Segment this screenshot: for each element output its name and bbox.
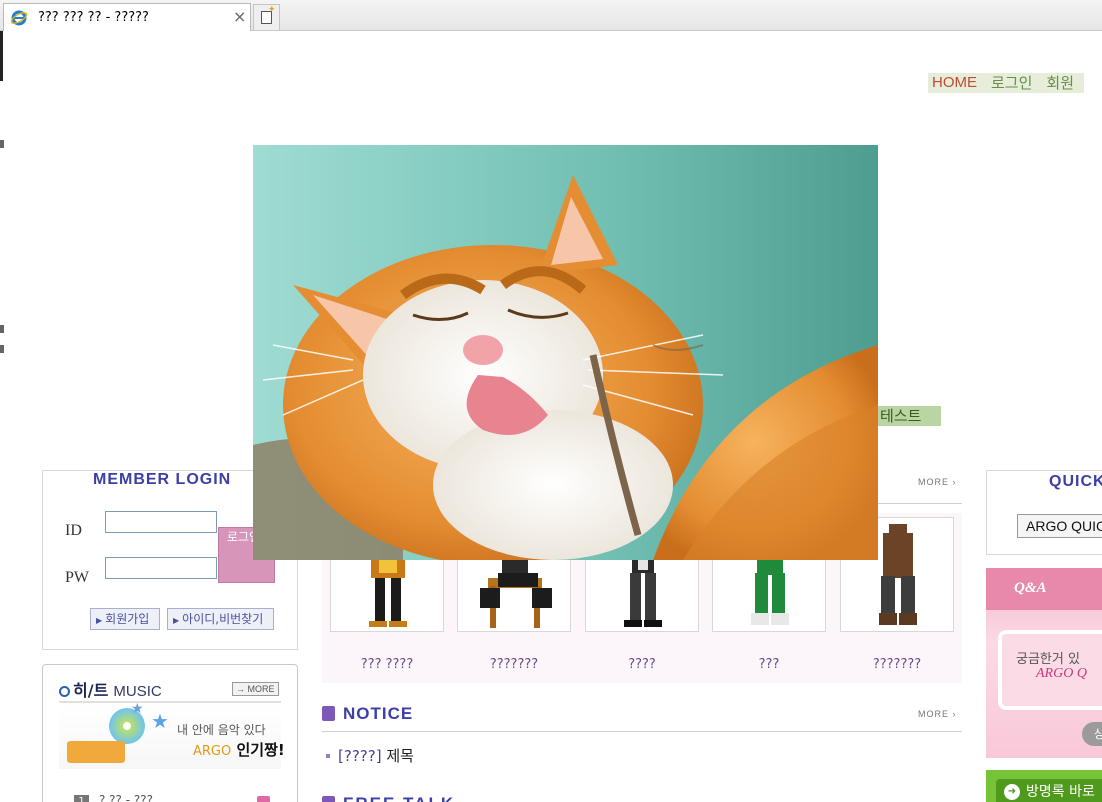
id-label: ID [65, 522, 82, 539]
close-icon[interactable]: × [233, 7, 246, 26]
internet-explorer-icon [10, 10, 28, 26]
nav-login-link[interactable]: 로그인 [987, 73, 1043, 93]
freetalk-title-text: FREE TALK [343, 794, 455, 802]
gallery-more-link[interactable]: MORE › [918, 477, 957, 487]
join-button[interactable]: ▶ 회원가입 [90, 608, 160, 630]
qa-subtext: ARGO Q [1036, 666, 1087, 681]
chevron-right-icon: › [952, 477, 957, 487]
music-list-item[interactable]: 1 ? ?? - ??? [74, 793, 153, 802]
avatar-name: ???? [628, 657, 656, 672]
qa-button[interactable]: 상 [1082, 722, 1102, 746]
edge-artifact [0, 345, 4, 353]
edge-artifact [0, 325, 4, 333]
avatar-name: ??????? [489, 657, 539, 672]
qa-header: Q&A [986, 568, 1102, 610]
music-more-button[interactable]: → MORE [232, 682, 279, 696]
notice-title: NOTICE [322, 704, 413, 724]
notice-item-title: 제목 [386, 747, 414, 765]
password-input[interactable] [105, 557, 217, 579]
window-edge [0, 31, 3, 81]
new-tab-button[interactable]: ✦ [253, 4, 280, 30]
gallery-more-label: MORE [918, 477, 949, 487]
music-more-label: MORE [247, 684, 275, 694]
browser-tab-strip: ??? ??? ?? - ????? × ✦ [0, 0, 1102, 31]
avatar-name: ??? ???? [360, 657, 414, 672]
edge-artifact [0, 140, 4, 148]
pw-label: PW [65, 569, 89, 586]
guestbook-button-label: 방명록 바로 [1026, 784, 1095, 800]
id-input[interactable] [105, 511, 217, 533]
music-title-strong: 히/트 [73, 681, 109, 700]
bullet-icon [326, 754, 330, 758]
notice-icon [322, 706, 335, 721]
play-icon[interactable] [257, 796, 270, 802]
notice-title-text: NOTICE [343, 704, 414, 723]
player-icon [67, 741, 125, 763]
popup-cat-image[interactable] [253, 145, 878, 560]
notice-more-link[interactable]: MORE › [918, 709, 957, 719]
browser-tab[interactable]: ??? ??? ?? - ????? × [3, 3, 251, 31]
music-title: 히/트 MUSIC [59, 677, 162, 701]
tab-title: ??? ??? ?? - ????? [38, 10, 149, 25]
arrow-right-icon: ➜ [1004, 784, 1020, 800]
find-account-label: 아이디,비번찾기 [182, 612, 264, 626]
banner-slogan: 내 안에 음악 있다 [177, 723, 266, 737]
divider [322, 731, 962, 732]
freetalk-icon [322, 796, 335, 802]
sparkle-icon: ✦ [268, 5, 276, 15]
guestbook-button[interactable]: ➜ 방명록 바로 [996, 779, 1102, 802]
banner-headline: ARGO 인기짱! [193, 739, 285, 760]
banner-popular: 인기짱! [236, 741, 285, 759]
guestbook-panel: ➜ 방명록 바로 [986, 770, 1102, 802]
quick-title: QUICK [1049, 473, 1102, 490]
arrow-right-icon: → [236, 684, 248, 694]
banner-argo: ARGO [193, 744, 232, 759]
join-button-label: 회원가입 [105, 612, 150, 626]
star-icon: ★ [131, 701, 144, 717]
music-banner[interactable]: ★ ★ 내 안에 음악 있다 ARGO 인기짱! [59, 701, 285, 769]
hit-music-panel: 히/트 MUSIC → MORE ★ ★ 내 안에 음악 있다 ARGO 인기짱… [42, 664, 298, 802]
triangle-right-icon: ▶ [96, 616, 103, 625]
avatar-name: ??????? [872, 657, 922, 672]
star-icon: ★ [151, 709, 169, 733]
triangle-right-icon: ▶ [173, 616, 180, 625]
music-item-text: ? ?? - ??? [99, 793, 153, 802]
nav-join-link[interactable]: 회원 [1042, 73, 1085, 93]
quick-panel: QUICK ARGO QUICK [986, 470, 1102, 555]
avatar-name: ??? [758, 657, 780, 672]
rank-badge: 1 [74, 795, 89, 802]
chevron-right-icon: › [952, 709, 957, 719]
cat-photo [253, 145, 878, 560]
notice-item-tag: [????] [338, 747, 382, 765]
member-login-title: MEMBER LOGIN [93, 471, 232, 488]
nav-home-link[interactable]: HOME [928, 73, 987, 93]
find-account-button[interactable]: ▶ 아이디,비번찾기 [167, 608, 274, 630]
page-root: ??? ??? ?? - ????? × ✦ HOME 로그인 회원 테스트 M… [0, 0, 1102, 802]
freetalk-title: FREE TALK [322, 794, 455, 802]
qa-text: 궁금한거 있 [1016, 652, 1080, 667]
quick-select[interactable]: ARGO QUICK [1017, 514, 1102, 538]
qa-panel[interactable]: Q&A 궁금한거 있 ARGO Q 상 [986, 568, 1102, 758]
test-tab[interactable]: 테스트 [878, 406, 941, 426]
top-navigation: HOME 로그인 회원 [928, 73, 1085, 93]
circle-icon [59, 686, 70, 697]
music-title-light: MUSIC [113, 683, 162, 700]
notice-more-label: MORE [918, 709, 949, 719]
notice-list-item[interactable]: [????] 제목 [326, 745, 414, 766]
qa-label: Q&A [1014, 580, 1047, 596]
